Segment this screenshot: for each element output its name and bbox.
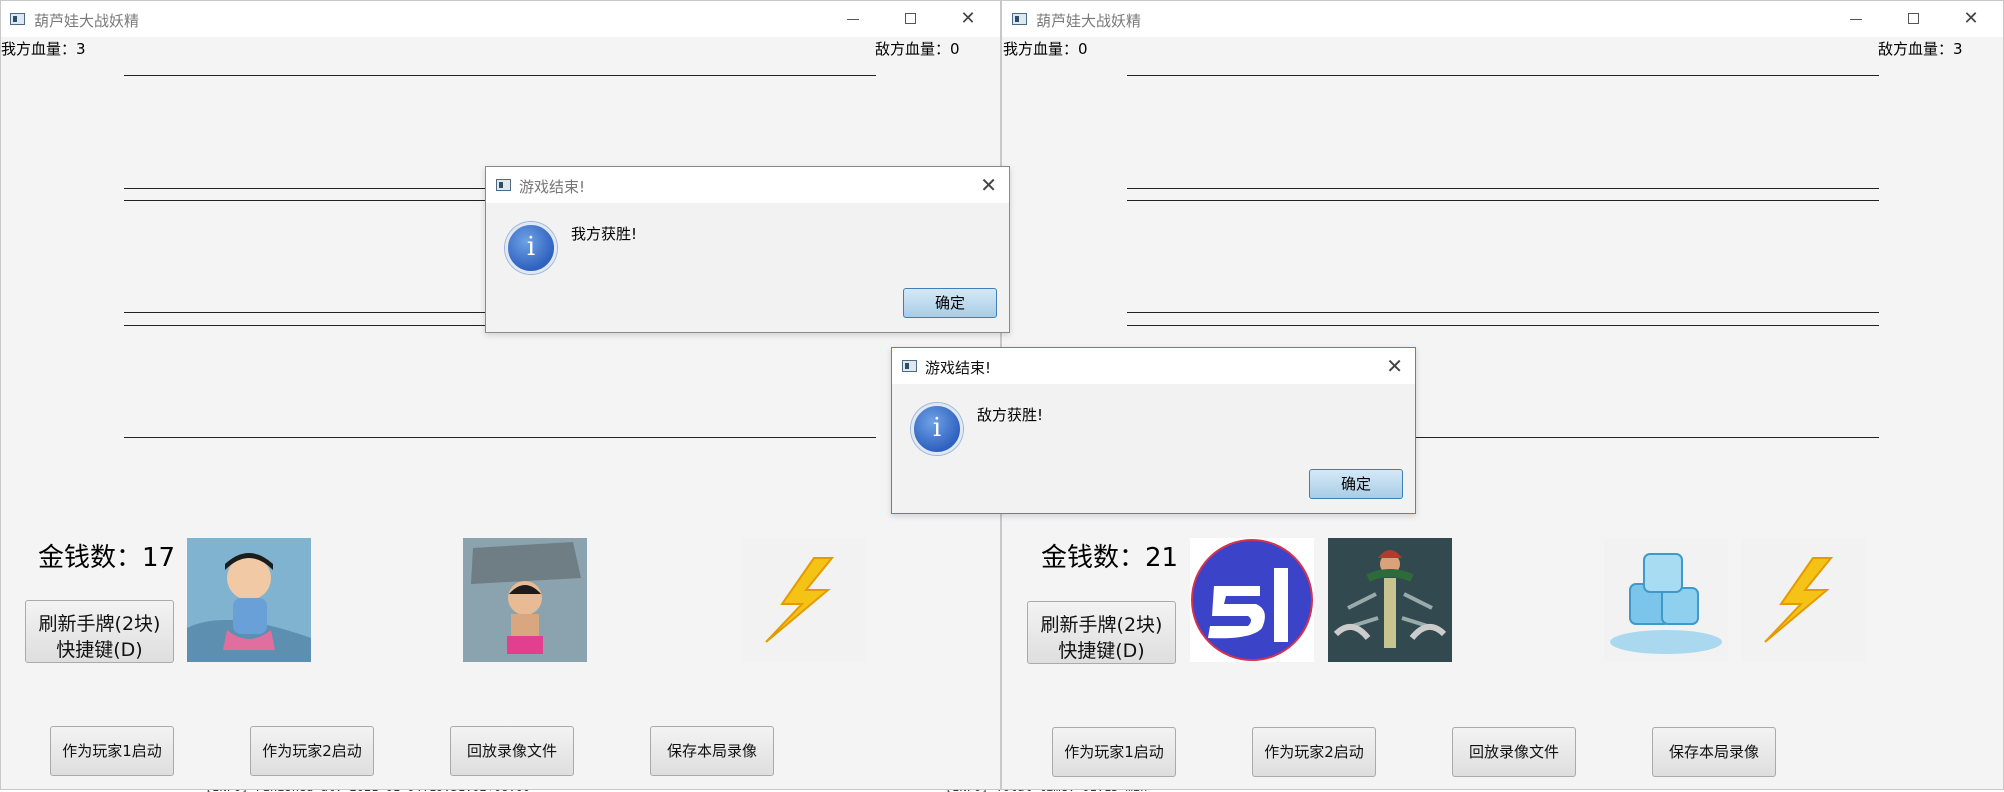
logo-51-card[interactable]: [1190, 538, 1314, 662]
dialog-message: 我方获胜!: [571, 225, 638, 243]
lane-line: [1127, 75, 1879, 76]
replay-file-button[interactable]: 回放录像文件: [1452, 727, 1576, 777]
close-icon: ✕: [980, 173, 997, 197]
refresh-label: 刷新手牌(2块): [1040, 614, 1163, 636]
ok-button[interactable]: 确定: [1309, 469, 1403, 499]
minimize-icon: [847, 19, 859, 20]
lane-line: [1127, 188, 1879, 189]
close-icon: ✕: [960, 8, 976, 29]
lane-line: [1127, 200, 1879, 201]
maximize-button[interactable]: [1903, 9, 1925, 29]
money-label: 金钱数：17: [38, 543, 176, 573]
info-icon: i: [505, 222, 557, 274]
close-icon: ✕: [1386, 354, 1403, 378]
save-replay-button[interactable]: 保存本局录像: [650, 726, 774, 776]
ok-button[interactable]: 确定: [903, 288, 997, 318]
game-over-dialog-win: 游戏结束! ✕ i 我方获胜! 确定: [485, 166, 1010, 333]
lightning-card[interactable]: [1741, 538, 1865, 662]
minimize-button[interactable]: [1845, 9, 1867, 29]
right-title-bar[interactable]: 葫芦娃大战妖精 ✕: [1002, 1, 2003, 37]
centipede-demon-card[interactable]: [1328, 538, 1452, 662]
replay-file-button[interactable]: 回放录像文件: [450, 726, 574, 776]
window-title: 葫芦娃大战妖精: [1036, 12, 1142, 30]
ice-cube-card[interactable]: [1604, 538, 1728, 662]
info-icon: i: [911, 403, 963, 455]
app-icon: [496, 179, 511, 191]
calabash-brother-card[interactable]: [187, 538, 311, 662]
save-replay-button[interactable]: 保存本局录像: [1652, 727, 1776, 777]
start-as-player1-button[interactable]: 作为玩家1启动: [1052, 727, 1176, 777]
refresh-label: 刷新手牌(2块): [38, 613, 161, 635]
app-icon: [10, 13, 25, 25]
refresh-hand-button[interactable]: 刷新手牌(2块) 快捷键(D): [1027, 601, 1176, 664]
app-icon: [902, 360, 917, 372]
maximize-button[interactable]: [900, 9, 922, 29]
enemy-hp-label: 敌方血量：3: [1878, 40, 1963, 58]
calabash-brother-lifting-card[interactable]: [463, 538, 587, 662]
dialog-message: 敌方获胜!: [977, 406, 1044, 424]
lightning-card[interactable]: [742, 538, 866, 662]
dialog-close-button[interactable]: ✕: [980, 173, 997, 197]
enemy-hp-label: 敌方血量：0: [875, 40, 960, 58]
refresh-shortcut-label: 快捷键(D): [1058, 640, 1145, 662]
game-over-dialog-lose: 游戏结束! ✕ i 敌方获胜! 确定: [891, 347, 1416, 514]
my-hp-label: 我方血量：3: [1, 40, 86, 58]
minimize-button[interactable]: [842, 9, 864, 29]
start-as-player2-button[interactable]: 作为玩家2启动: [1252, 727, 1376, 777]
refresh-shortcut-label: 快捷键(D): [56, 639, 143, 661]
maximize-icon: [905, 13, 916, 24]
left-game-window: 葫芦娃大战妖精 ✕ 我方血量：3 敌方血量：0 金钱数：17 刷新手牌(2块) …: [0, 0, 1001, 790]
left-title-bar[interactable]: 葫芦娃大战妖精 ✕: [1, 1, 1000, 37]
maximize-icon: [1908, 13, 1919, 24]
dialog-title: 游戏结束!: [925, 359, 992, 377]
close-button[interactable]: ✕: [957, 9, 979, 29]
close-icon: ✕: [1963, 8, 1979, 29]
dialog-close-button[interactable]: ✕: [1386, 354, 1403, 378]
my-hp-label: 我方血量：0: [1003, 40, 1088, 58]
refresh-hand-button[interactable]: 刷新手牌(2块) 快捷键(D): [25, 600, 174, 663]
lane-line: [124, 437, 876, 438]
lane-line: [1127, 325, 1879, 326]
minimize-icon: [1850, 19, 1862, 20]
lane-line: [1127, 312, 1879, 313]
dialog-title-bar[interactable]: 游戏结束! ✕: [486, 167, 1009, 203]
window-title: 葫芦娃大战妖精: [34, 12, 140, 30]
dialog-title: 游戏结束!: [519, 178, 586, 196]
start-as-player1-button[interactable]: 作为玩家1启动: [50, 726, 174, 776]
dialog-title-bar[interactable]: 游戏结束! ✕: [892, 348, 1415, 384]
start-as-player2-button[interactable]: 作为玩家2启动: [250, 726, 374, 776]
lane-line: [124, 75, 876, 76]
money-label: 金钱数：21: [1041, 543, 1179, 573]
app-icon: [1012, 13, 1027, 25]
close-button[interactable]: ✕: [1960, 9, 1982, 29]
